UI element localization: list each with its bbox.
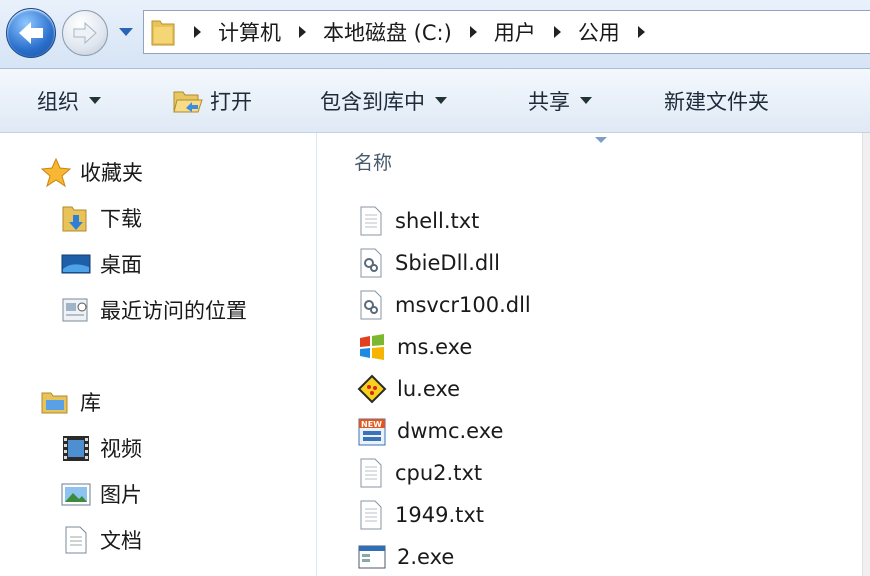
file-list-pane: 名称 shell.txt SbieDll.dll msvcr100.dll ms… <box>317 133 862 576</box>
file-name: dwmc.exe <box>397 419 504 443</box>
nav-downloads-label: 下载 <box>100 207 142 231</box>
file-item[interactable]: lu.exe <box>357 371 460 407</box>
breadcrumb-separator[interactable] <box>469 26 477 38</box>
downloads-folder-icon <box>62 206 87 232</box>
back-arrow-icon <box>19 22 43 44</box>
file-name: 1949.txt <box>395 503 485 527</box>
nav-libraries-label: 库 <box>80 391 101 415</box>
nav-desktop-label: 桌面 <box>100 253 142 277</box>
breadcrumb-computer[interactable]: 计算机 <box>218 17 281 47</box>
folder-icon <box>151 20 175 46</box>
breadcrumb: 计算机 本地磁盘 (C:) 用户 公用 <box>144 11 662 53</box>
forward-arrow-icon <box>73 21 97 45</box>
breadcrumb-separator[interactable] <box>194 26 201 38</box>
breadcrumb-local-disk-c[interactable]: 本地磁盘 (C:) <box>323 17 452 47</box>
navigation-pane: 收藏夹 下载 桌面 最近访问的位置 库 视频 图片 文档 <box>0 133 317 576</box>
recent-places-icon <box>62 298 88 322</box>
nav-recent-places[interactable]: 最近访问的位置 <box>60 295 247 325</box>
windows-logo-exe-icon <box>360 334 384 360</box>
text-file-icon <box>360 206 382 236</box>
application-window-icon <box>358 545 386 569</box>
command-bar: 组织 打开 包含到库中 共享 新建文件夹 <box>0 69 870 133</box>
open-folder-icon <box>173 91 203 112</box>
open-label: 打开 <box>210 89 252 114</box>
chevron-down-icon <box>580 97 592 104</box>
text-file-icon <box>360 458 382 488</box>
file-item[interactable]: cpu2.txt <box>357 455 482 491</box>
organize-label: 组织 <box>37 89 79 114</box>
file-item[interactable]: NEW dwmc.exe <box>357 413 503 449</box>
file-name: ms.exe <box>397 335 473 359</box>
nav-libraries[interactable]: 库 <box>40 387 101 417</box>
file-name: 2.exe <box>397 545 455 569</box>
file-name: msvcr100.dll <box>395 293 531 317</box>
file-name: shell.txt <box>395 209 480 233</box>
nav-recent-label: 最近访问的位置 <box>100 299 247 323</box>
address-box[interactable]: 计算机 本地磁盘 (C:) 用户 公用 <box>143 10 870 54</box>
text-file-icon <box>360 500 382 530</box>
nav-documents[interactable]: 文档 <box>60 525 142 555</box>
new-badge-exe-icon: NEW <box>358 418 386 446</box>
nav-pictures[interactable]: 图片 <box>60 479 142 509</box>
chevron-down-icon <box>89 97 101 104</box>
desktop-icon <box>61 254 91 274</box>
vertical-scrollbar[interactable] <box>862 133 870 576</box>
file-item[interactable]: msvcr100.dll <box>357 287 531 323</box>
svg-text:NEW: NEW <box>361 420 382 429</box>
breadcrumb-separator[interactable] <box>637 26 645 38</box>
documents-icon <box>65 526 87 554</box>
nav-documents-label: 文档 <box>100 529 142 553</box>
back-button[interactable] <box>6 8 56 58</box>
nav-downloads[interactable]: 下载 <box>60 203 142 233</box>
dll-file-icon <box>360 290 382 320</box>
breadcrumb-public[interactable]: 公用 <box>578 17 620 47</box>
file-item[interactable]: shell.txt <box>357 203 479 239</box>
video-icon <box>63 436 89 461</box>
column-header-name[interactable]: 名称 <box>354 148 392 175</box>
organize-menu-button[interactable]: 组织 <box>37 69 101 132</box>
nav-videos[interactable]: 视频 <box>60 433 142 463</box>
file-item[interactable]: 1949.txt <box>357 497 484 533</box>
nav-videos-label: 视频 <box>100 437 142 461</box>
history-dropdown-icon[interactable] <box>117 26 135 38</box>
nav-favorites-label: 收藏夹 <box>80 161 143 185</box>
new-folder-button[interactable]: 新建文件夹 <box>664 69 769 132</box>
include-label: 包含到库中 <box>320 89 425 114</box>
file-name: SbieDll.dll <box>395 251 500 275</box>
file-name: lu.exe <box>397 377 461 401</box>
open-button[interactable]: 打开 <box>172 69 252 132</box>
file-item[interactable]: ms.exe <box>357 329 472 365</box>
file-item[interactable]: SbieDll.dll <box>357 245 500 281</box>
breadcrumb-users[interactable]: 用户 <box>494 17 536 47</box>
new-folder-label: 新建文件夹 <box>664 89 769 114</box>
share-label: 共享 <box>528 89 570 114</box>
nav-favorites[interactable]: 收藏夹 <box>40 157 143 187</box>
breadcrumb-separator[interactable] <box>299 26 306 38</box>
nav-desktop[interactable]: 桌面 <box>60 249 142 279</box>
address-bar-area: 计算机 本地磁盘 (C:) 用户 公用 <box>0 0 870 69</box>
share-menu-button[interactable]: 共享 <box>528 69 592 132</box>
sort-indicator-icon <box>595 137 607 143</box>
chevron-down-icon <box>435 97 447 104</box>
forward-button[interactable] <box>62 10 108 56</box>
dll-file-icon <box>360 248 382 278</box>
pictures-icon <box>61 483 91 506</box>
yellow-diamond-exe-icon <box>357 374 387 404</box>
file-name: cpu2.txt <box>395 461 483 485</box>
star-icon <box>40 157 72 187</box>
file-item[interactable]: 2.exe <box>357 539 454 575</box>
include-in-library-button[interactable]: 包含到库中 <box>320 69 447 132</box>
nav-pictures-label: 图片 <box>100 483 142 507</box>
breadcrumb-separator[interactable] <box>553 26 561 38</box>
library-folder-icon <box>41 392 68 414</box>
